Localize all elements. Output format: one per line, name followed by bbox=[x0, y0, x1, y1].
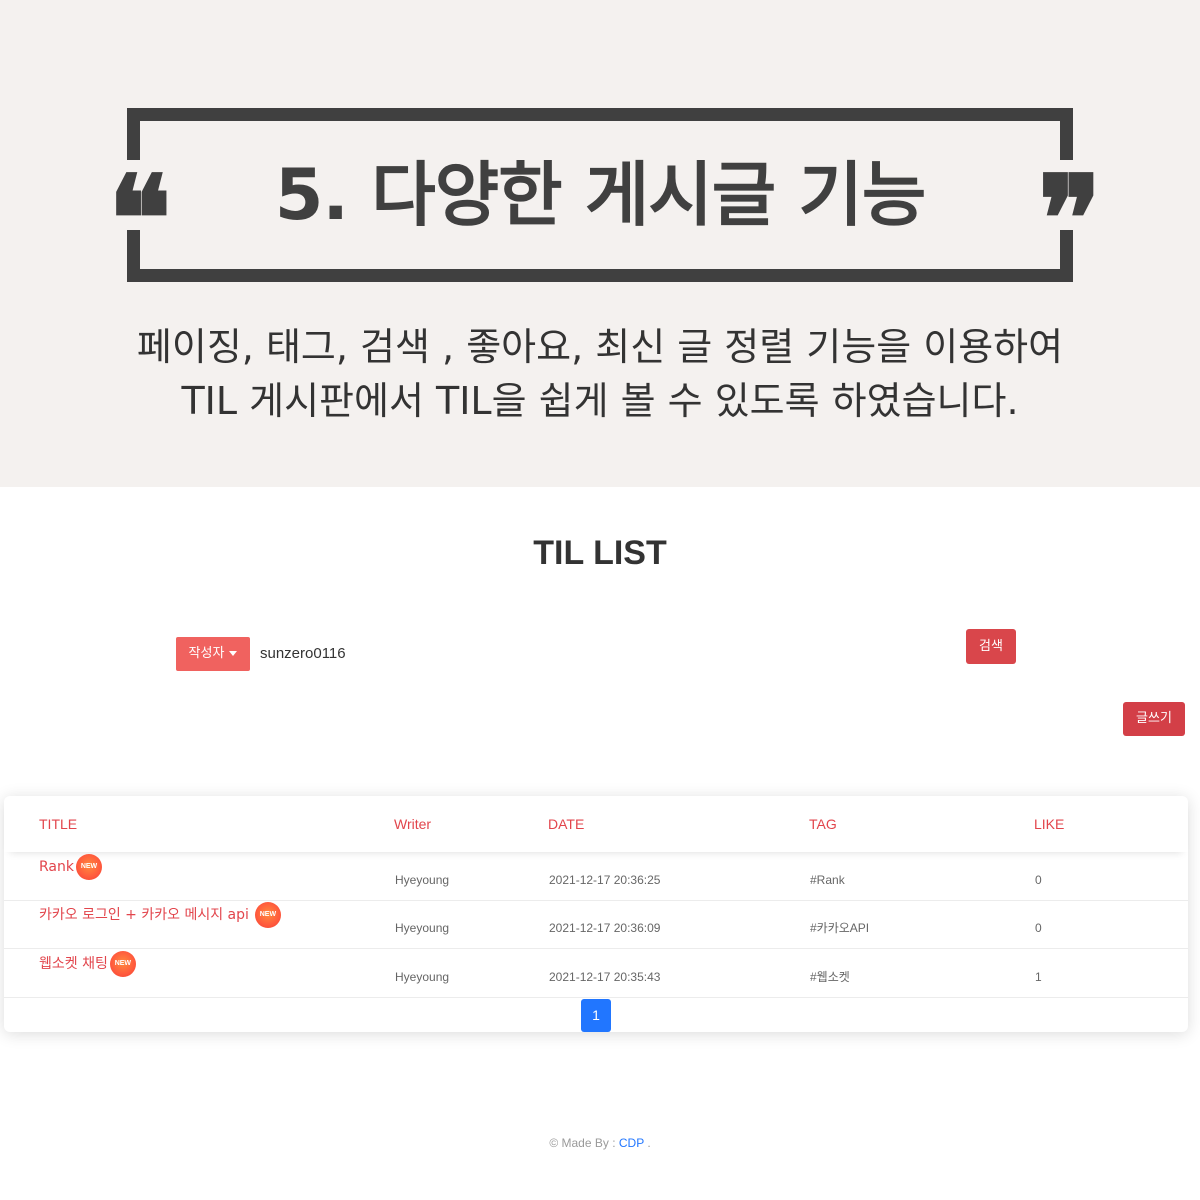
pagination-page-1[interactable]: 1 bbox=[581, 999, 611, 1032]
column-header-like[interactable]: LIKE bbox=[1034, 814, 1064, 834]
table-row[interactable]: Rank NEW Hyeyoung 2021-12-17 20:36:25 #R… bbox=[4, 852, 1188, 901]
footer-credit: © Made By : CDP . bbox=[0, 1134, 1200, 1152]
post-title[interactable]: Rank bbox=[39, 857, 74, 877]
post-tag[interactable]: #카카오API bbox=[810, 920, 869, 936]
post-writer: Hyeyoung bbox=[395, 921, 450, 935]
post-title[interactable]: 웹소켓 채팅 bbox=[39, 954, 108, 974]
column-header-title[interactable]: TITLE bbox=[39, 814, 77, 834]
search-filter-dropdown[interactable]: 작성자 bbox=[176, 637, 250, 671]
post-like-count: 0 bbox=[1035, 921, 1042, 935]
banner-description: 페이징, 태그, 검색 , 좋아요, 최신 글 정렬 기능을 이용하여 TIL … bbox=[60, 320, 1140, 428]
post-date: 2021-12-17 20:36:09 bbox=[549, 921, 661, 935]
new-badge-icon: NEW bbox=[254, 902, 281, 928]
post-tag[interactable]: #웹소켓 bbox=[810, 969, 850, 985]
post-title-link[interactable]: 카카오 로그인 + 카카오 메시지 api NEW bbox=[39, 902, 281, 928]
page-title: TIL LIST bbox=[533, 534, 667, 572]
footer-brand-link[interactable]: CDP bbox=[619, 1136, 644, 1150]
banner-description-line-2: TIL 게시판에서 TIL을 쉽게 볼 수 있도록 하였습니다. bbox=[181, 379, 1019, 423]
close-quote-icon: ❞ bbox=[1038, 149, 1102, 288]
footer-suffix: . bbox=[644, 1136, 651, 1150]
column-header-tag[interactable]: TAG bbox=[809, 814, 837, 834]
column-header-writer[interactable]: Writer bbox=[394, 814, 431, 834]
post-writer: Hyeyoung bbox=[395, 873, 450, 887]
feature-banner: ❝ ❞ 5. 다양한 게시글 기능 페이징, 태그, 검색 , 좋아요, 최신 … bbox=[0, 0, 1200, 487]
banner-description-line-1: 페이징, 태그, 검색 , 좋아요, 최신 글 정렬 기능을 이용하여 bbox=[136, 325, 1064, 369]
open-quote-icon: ❝ bbox=[108, 149, 172, 288]
post-date: 2021-12-17 20:36:25 bbox=[549, 873, 661, 887]
search-input[interactable] bbox=[260, 640, 820, 668]
post-title-link[interactable]: Rank NEW bbox=[39, 854, 102, 880]
post-title-link[interactable]: 웹소켓 채팅 NEW bbox=[39, 951, 136, 977]
table-row[interactable]: 웹소켓 채팅 NEW Hyeyoung 2021-12-17 20:35:43 … bbox=[4, 949, 1188, 998]
til-table: TITLE Writer DATE TAG LIKE Rank NEW Hyey… bbox=[4, 796, 1188, 1032]
new-badge-icon: NEW bbox=[109, 951, 136, 977]
table-row[interactable]: 카카오 로그인 + 카카오 메시지 api NEW Hyeyoung 2021-… bbox=[4, 900, 1188, 949]
table-header: TITLE Writer DATE TAG LIKE bbox=[4, 796, 1188, 852]
post-writer: Hyeyoung bbox=[395, 970, 450, 984]
post-date: 2021-12-17 20:35:43 bbox=[549, 970, 661, 984]
caret-down-icon bbox=[229, 651, 238, 656]
banner-title: 5. 다양한 게시글 기능 bbox=[274, 154, 927, 236]
new-badge-icon: NEW bbox=[75, 854, 102, 880]
post-like-count: 0 bbox=[1035, 873, 1042, 887]
post-tag[interactable]: #Rank bbox=[810, 872, 845, 888]
footer-prefix: © Made By : bbox=[549, 1136, 619, 1150]
post-title[interactable]: 카카오 로그인 + 카카오 메시지 api bbox=[39, 905, 249, 925]
search-button[interactable]: 검색 bbox=[966, 629, 1016, 664]
column-header-date[interactable]: DATE bbox=[548, 814, 584, 834]
post-like-count: 1 bbox=[1035, 970, 1042, 984]
write-post-button[interactable]: 글쓰기 bbox=[1123, 702, 1185, 736]
search-filter-label: 작성자 bbox=[188, 646, 225, 661]
